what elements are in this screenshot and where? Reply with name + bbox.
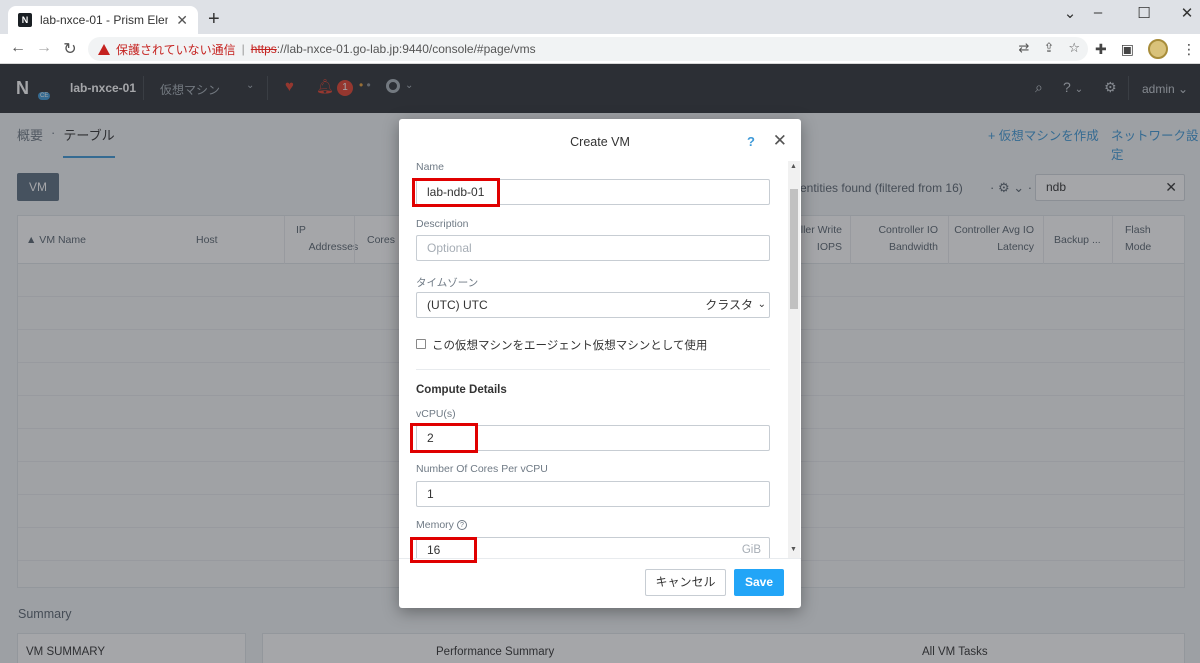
agent-vm-checkbox[interactable] bbox=[416, 339, 426, 349]
address-bar[interactable]: 保護されていない通信 | https ://lab-nxce-01.go-lab… bbox=[88, 37, 1088, 61]
agent-vm-checkbox-label[interactable]: この仮想マシンをエージェント仮想マシンとして使用 bbox=[432, 337, 707, 353]
dialog-footer: キャンセル Save bbox=[399, 558, 801, 608]
save-button[interactable]: Save bbox=[734, 569, 784, 596]
memory-label: Memory? bbox=[416, 519, 467, 531]
description-input[interactable]: Optional bbox=[416, 235, 770, 261]
vcpu-highlight-box bbox=[410, 423, 478, 453]
memory-unit: GiB bbox=[741, 544, 761, 556]
nutanix-favicon-icon: N bbox=[18, 13, 32, 27]
description-label: Description bbox=[416, 218, 469, 230]
insecure-label: 保護されていない通信 bbox=[116, 42, 236, 57]
new-tab-button[interactable]: + bbox=[208, 8, 220, 30]
dialog-title: Create VM bbox=[570, 135, 630, 149]
url-scheme: https bbox=[250, 42, 277, 56]
timezone-option: クラスタ bbox=[705, 298, 753, 312]
name-label: Name bbox=[416, 161, 445, 173]
scrollbar-thumb[interactable] bbox=[790, 189, 798, 309]
vcpu-label: vCPU(s) bbox=[416, 408, 456, 420]
separator: | bbox=[241, 42, 245, 56]
cores-per-vcpu-label: Number Of Cores Per vCPU bbox=[416, 463, 548, 475]
reload-icon[interactable]: ↻ bbox=[60, 39, 80, 59]
browser-tabstrip: N lab-nxce-01 - Prism Element ✕ + ⌄ – ☐ … bbox=[0, 0, 1200, 34]
browser-menu-icon[interactable]: ⋮ bbox=[1182, 41, 1196, 58]
url-text: ://lab-nxce-01.go-lab.jp:9440/console/#p… bbox=[276, 42, 536, 56]
help-icon[interactable]: ? bbox=[747, 134, 755, 149]
dialog-scrollbar[interactable]: ▲ ▼ bbox=[788, 161, 800, 558]
help-circle-icon[interactable]: ? bbox=[456, 520, 467, 530]
cores-per-vcpu-input[interactable]: 1 bbox=[416, 481, 770, 507]
forward-icon[interactable]: → bbox=[34, 39, 54, 57]
compute-details-heading: Compute Details bbox=[416, 384, 507, 396]
bookmark-star-icon[interactable]: ☆ bbox=[1068, 40, 1080, 56]
warning-icon bbox=[98, 43, 110, 55]
tab-title: lab-nxce-01 - Prism Element bbox=[40, 13, 168, 27]
browser-toolbar: ← → ↻ 保護されていない通信 | https ://lab-nxce-01.… bbox=[0, 34, 1200, 64]
tab-close-icon[interactable]: ✕ bbox=[176, 12, 188, 29]
close-window-button[interactable]: ✕ bbox=[1172, 4, 1200, 22]
scroll-down-icon[interactable]: ▼ bbox=[790, 546, 797, 553]
section-divider bbox=[416, 369, 770, 370]
extensions-icon[interactable]: ✚ bbox=[1095, 41, 1107, 58]
name-highlight-box bbox=[412, 178, 500, 207]
cancel-button[interactable]: キャンセル bbox=[645, 569, 726, 596]
timezone-value: (UTC) UTC bbox=[427, 298, 488, 312]
scroll-up-icon[interactable]: ▲ bbox=[790, 163, 797, 170]
browser-tab[interactable]: N lab-nxce-01 - Prism Element ✕ bbox=[8, 6, 198, 34]
timezone-select[interactable]: (UTC) UTC クラスタ ⌄ bbox=[416, 292, 770, 318]
memory-highlight-box bbox=[410, 537, 477, 563]
timezone-label: タイムゾーン bbox=[416, 277, 479, 289]
maximize-button[interactable]: ☐ bbox=[1129, 4, 1159, 22]
dialog-body: Name lab-ndb-01 Description Optional タイム… bbox=[399, 161, 801, 558]
side-panel-icon[interactable]: ▣ bbox=[1121, 41, 1134, 58]
memory-label-text: Memory bbox=[416, 519, 454, 531]
tab-search-icon[interactable]: ⌄ bbox=[1055, 4, 1085, 22]
back-icon[interactable]: ← bbox=[8, 39, 28, 57]
chevron-down-icon: ⌄ bbox=[757, 299, 766, 310]
minimize-button[interactable]: – bbox=[1083, 4, 1113, 21]
translate-icon[interactable]: ⇄ bbox=[1019, 40, 1030, 56]
close-icon[interactable]: ✕ bbox=[773, 131, 787, 151]
share-icon[interactable]: ⇪ bbox=[1043, 40, 1054, 56]
profile-avatar[interactable] bbox=[1147, 39, 1168, 59]
